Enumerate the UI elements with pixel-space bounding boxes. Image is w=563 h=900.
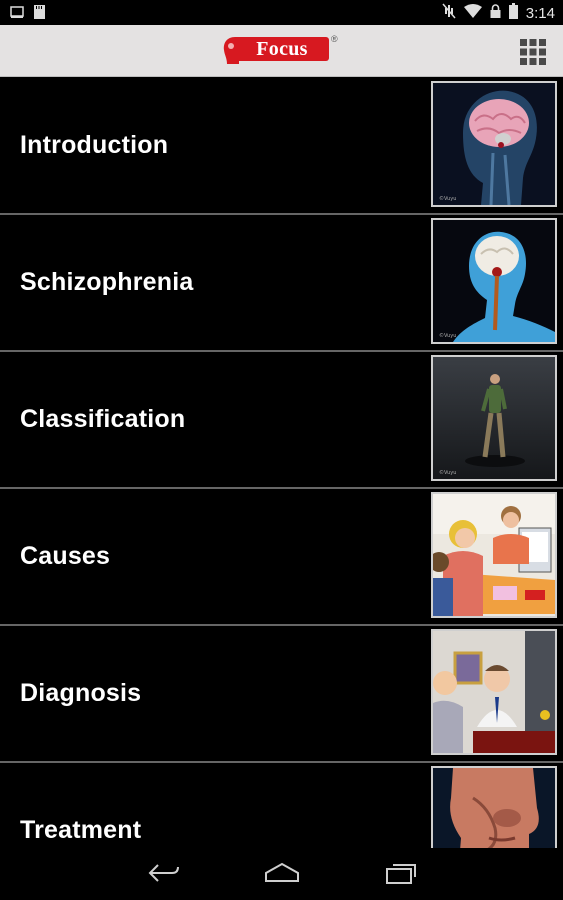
svg-text:©Vuyu: ©Vuyu: [439, 332, 456, 339]
focus-logo: Focus ®: [221, 34, 341, 66]
face-profile-thumbnail: [431, 766, 557, 848]
doctor-consultation-thumbnail: [431, 629, 557, 755]
logo-registered: ®: [331, 34, 338, 44]
back-icon: [148, 864, 179, 882]
home-button[interactable]: [264, 861, 300, 890]
svg-text:©Vuyu: ©Vuyu: [439, 195, 456, 202]
topic-label: Classification: [20, 405, 186, 433]
recents-icon: [386, 864, 416, 884]
topic-list[interactable]: Introduction ©Vuyu Schizophrenia ©Vuyu C…: [0, 78, 563, 848]
head-neck-anatomy-thumbnail: ©Vuyu: [431, 218, 557, 344]
sd-card-icon: [34, 5, 45, 24]
status-time: 3:14: [525, 5, 555, 22]
grid-menu-button[interactable]: [520, 39, 546, 65]
topic-label: Treatment: [20, 816, 142, 844]
app-header: Focus ®: [0, 25, 563, 77]
topic-label: Causes: [20, 542, 111, 570]
lock-icon: [490, 3, 501, 24]
svg-text:©Vuyu: ©Vuyu: [439, 469, 456, 476]
wifi-icon: [463, 3, 482, 24]
topic-row-classification[interactable]: Classification ©Vuyu: [0, 352, 563, 490]
status-bar: 3:14: [0, 0, 563, 25]
grid-menu-icon: [520, 39, 546, 65]
battery-icon: [508, 3, 518, 24]
topic-row-schizophrenia[interactable]: Schizophrenia ©Vuyu: [0, 215, 563, 353]
brain-head-thumbnail: ©Vuyu: [431, 81, 557, 207]
gallery-notification-icon: [10, 5, 24, 24]
family-meeting-thumbnail: [431, 492, 557, 618]
recents-button[interactable]: [385, 861, 419, 890]
topic-label: Introduction: [20, 131, 169, 159]
walking-man-thumbnail: ©Vuyu: [431, 355, 557, 481]
topic-row-introduction[interactable]: Introduction ©Vuyu: [0, 78, 563, 216]
topic-row-treatment[interactable]: Treatment: [0, 763, 563, 848]
logo-text: Focus: [235, 37, 329, 61]
topic-label: Schizophrenia: [20, 268, 194, 296]
back-button[interactable]: [146, 861, 180, 890]
topic-row-causes[interactable]: Causes: [0, 489, 563, 627]
mute-icon: [442, 3, 456, 24]
topic-row-diagnosis[interactable]: Diagnosis: [0, 626, 563, 764]
navigation-bar: [0, 848, 563, 900]
topic-label: Diagnosis: [20, 679, 142, 707]
home-icon: [265, 862, 299, 882]
